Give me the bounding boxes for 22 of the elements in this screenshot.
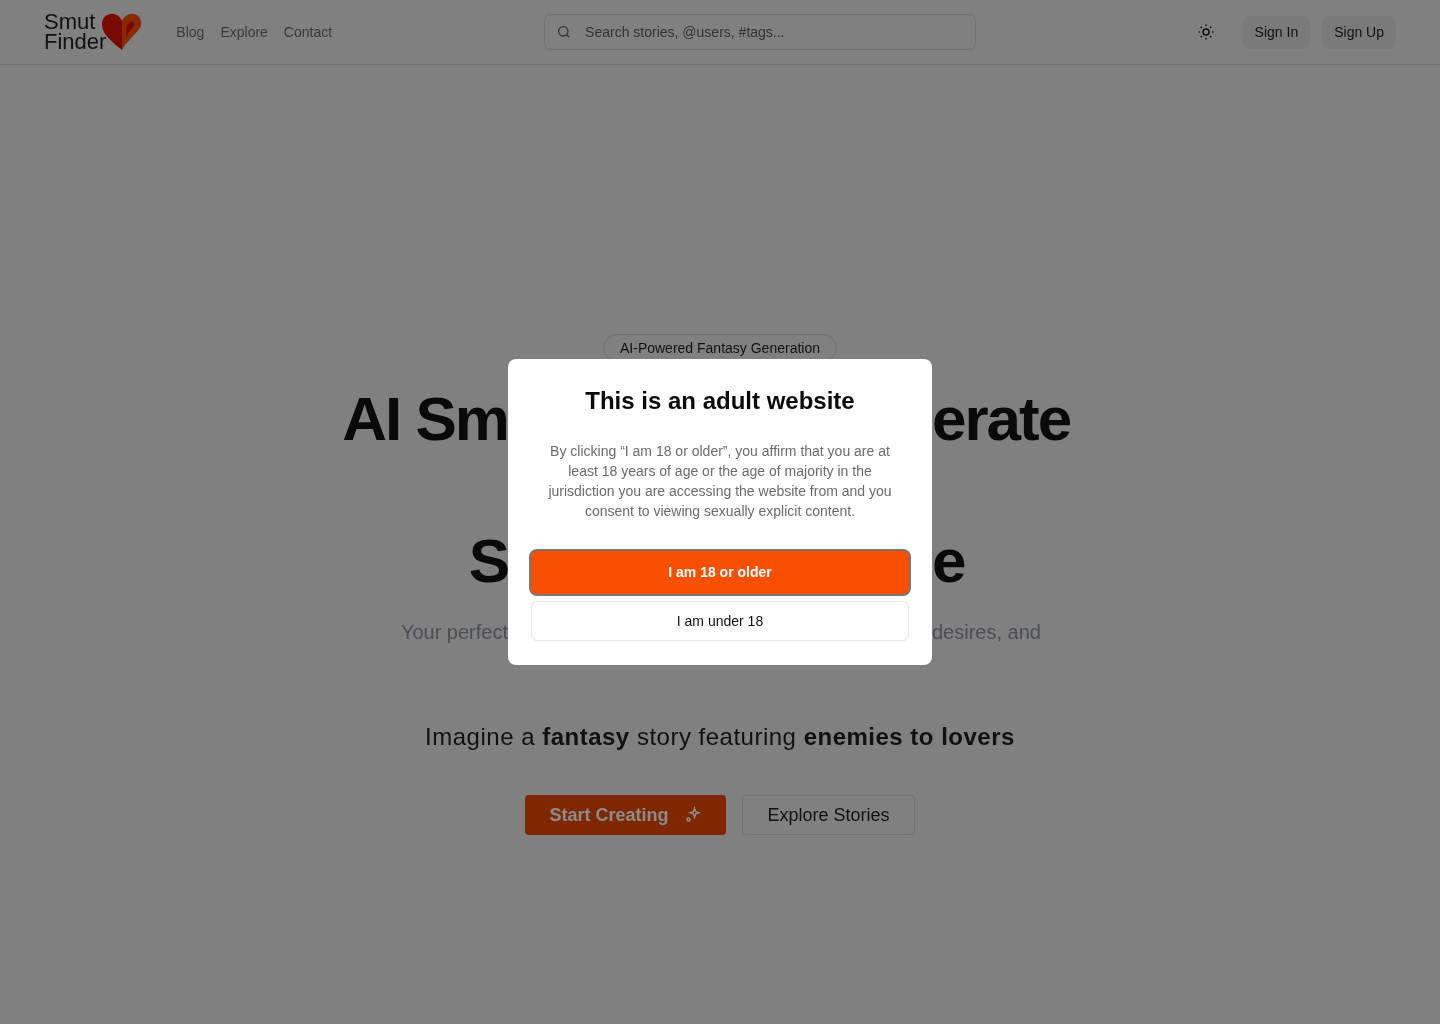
headline-text: erate — [932, 383, 1072, 455]
header-button[interactable]: Sign In — [1242, 15, 1311, 49]
start-creating-button[interactable]: Start Creating — [525, 795, 727, 835]
prompt-text: Imagine a fantasy story featuring enemies to lovers — [425, 722, 1015, 752]
header-button[interactable]: Sign Up — [1322, 15, 1396, 49]
search-field[interactable]: Search stories, @users, #tags... — [544, 14, 977, 50]
sun-icon[interactable] — [1196, 23, 1215, 41]
sparkle-icon — [684, 806, 703, 824]
decline-age-button[interactable]: I am under 18 — [531, 601, 909, 641]
dialog-text: By clicking “I am 18 or older”, you affirm that you are at least 18 years of age or the age of majority in the jurisdiction you are accessing the website from and you consent to viewing sexually explicit content. — [547, 442, 893, 521]
headline-text: S — [467, 525, 508, 597]
logo[interactable]: Smut Finder — [44, 12, 145, 52]
logo-text: Finder — [44, 32, 107, 52]
confirm-age-button[interactable]: I am 18 or older — [531, 551, 909, 594]
headline-text: AI Sm — [341, 383, 508, 455]
dialog-title: This is an adult website — [585, 386, 855, 416]
headline-text: e — [932, 525, 966, 597]
logo-text: Smut — [44, 12, 96, 32]
nav-link[interactable]: Contact — [283, 21, 333, 43]
explore-stories-button[interactable]: Explore Stories — [742, 795, 915, 835]
nav-link[interactable]: Blog — [176, 21, 205, 43]
nav-link[interactable]: Explore — [220, 21, 268, 43]
